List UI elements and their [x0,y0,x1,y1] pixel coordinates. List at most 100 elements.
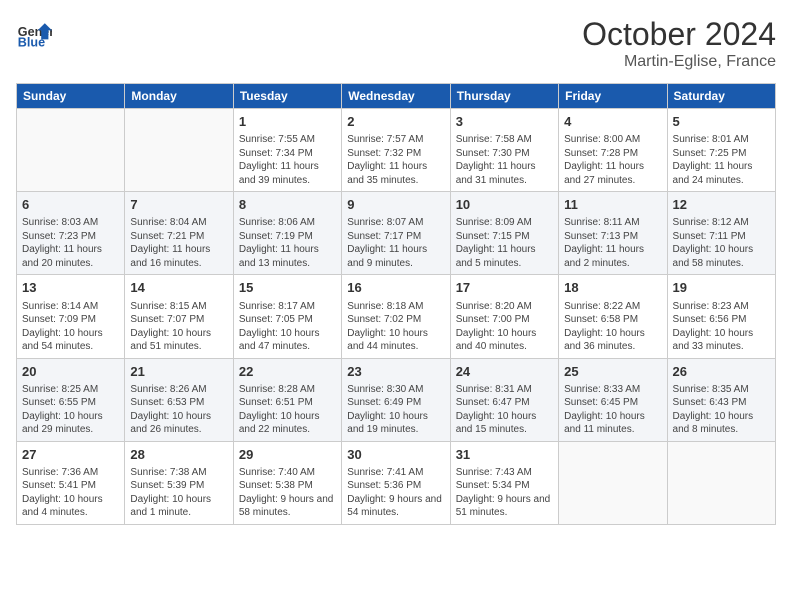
calendar-cell: 13 Sunrise: 8:14 AM Sunset: 7:09 PM Dayli… [17,275,125,358]
calendar-cell: 20Sunrise: 8:25 AM Sunset: 6:55 PM Dayli… [17,358,125,441]
day-detail: Sunrise: 8:33 AM Sunset: 6:45 PM Dayligh… [564,383,661,437]
calendar-cell: 17 Sunrise: 8:20 AM Sunset: 7:00 PM Dayli… [450,275,558,358]
day-detail: Sunrise: 8:30 AM Sunset: 6:49 PM Dayligh… [347,383,444,437]
day-header-tuesday: Tuesday [233,84,341,109]
calendar-cell: 23Sunrise: 8:30 AM Sunset: 6:49 PM Dayli… [342,358,450,441]
day-header-thursday: Thursday [450,84,558,109]
calendar-cell [667,441,775,524]
calendar-cell: 6Sunrise: 8:03 AM Sunset: 7:23 PM Daylig… [17,192,125,275]
calendar-week-row: 1 Sunrise: 7:55 AM Sunset: 7:34 PM Daylig… [17,109,776,192]
day-number: 18 [564,279,661,297]
calendar-header-row: SundayMondayTuesdayWednesdayThursdayFrid… [17,84,776,109]
calendar-cell: 8Sunrise: 8:06 AM Sunset: 7:19 PM Daylig… [233,192,341,275]
calendar-cell [559,441,667,524]
month-title: October 2024 [582,16,776,53]
day-detail: Sunrise: 8:12 AM Sunset: 7:11 PM Dayligh… [673,216,770,270]
day-detail: Sunrise: 7:36 AM Sunset: 5:41 PM Dayligh… [22,466,119,520]
day-number: 7 [130,196,227,214]
day-number: 10 [456,196,553,214]
day-number: 19 [673,279,770,297]
day-number: 26 [673,363,770,381]
day-number: 22 [239,363,336,381]
calendar-cell: 27 Sunrise: 7:36 AM Sunset: 5:41 PM Dayli… [17,441,125,524]
day-detail: Sunrise: 8:07 AM Sunset: 7:17 PM Dayligh… [347,216,444,270]
day-detail: Sunrise: 8:09 AM Sunset: 7:15 PM Dayligh… [456,216,553,270]
calendar-cell: 12Sunrise: 8:12 AM Sunset: 7:11 PM Dayli… [667,192,775,275]
day-number: 20 [22,363,119,381]
day-header-sunday: Sunday [17,84,125,109]
calendar-cell: 19Sunrise: 8:23 AM Sunset: 6:56 PM Dayli… [667,275,775,358]
calendar-cell: 28 Sunrise: 7:38 AM Sunset: 5:39 PM Dayli… [125,441,233,524]
day-number: 15 [239,279,336,297]
logo-icon: General Blue [16,16,52,52]
day-number: 30 [347,446,444,464]
calendar-cell [125,109,233,192]
calendar-cell: 3 Sunrise: 7:58 AM Sunset: 7:30 PM Daylig… [450,109,558,192]
day-number: 9 [347,196,444,214]
day-header-monday: Monday [125,84,233,109]
day-detail: Sunrise: 7:41 AM Sunset: 5:36 PM Dayligh… [347,466,444,520]
calendar-cell: 22 Sunrise: 8:28 AM Sunset: 6:51 PM Dayli… [233,358,341,441]
day-detail: Sunrise: 8:28 AM Sunset: 6:51 PM Dayligh… [239,383,336,437]
day-detail: Sunrise: 7:57 AM Sunset: 7:32 PM Dayligh… [347,133,444,187]
day-number: 24 [456,363,553,381]
day-number: 29 [239,446,336,464]
day-detail: Sunrise: 8:04 AM Sunset: 7:21 PM Dayligh… [130,216,227,270]
calendar-table: SundayMondayTuesdayWednesdayThursdayFrid… [16,83,776,525]
day-detail: Sunrise: 8:31 AM Sunset: 6:47 PM Dayligh… [456,383,553,437]
day-number: 4 [564,113,661,131]
day-number: 14 [130,279,227,297]
title-block: October 2024 Martin-Eglise, France [582,16,776,71]
calendar-cell: 18 Sunrise: 8:22 AM Sunset: 6:58 PM Dayli… [559,275,667,358]
day-header-saturday: Saturday [667,84,775,109]
day-detail: Sunrise: 8:01 AM Sunset: 7:25 PM Dayligh… [673,133,770,187]
day-number: 2 [347,113,444,131]
day-number: 27 [22,446,119,464]
logo: General Blue [16,16,52,52]
day-number: 1 [239,113,336,131]
calendar-cell: 10 Sunrise: 8:09 AM Sunset: 7:15 PM Dayli… [450,192,558,275]
day-detail: Sunrise: 8:03 AM Sunset: 7:23 PM Dayligh… [22,216,119,270]
calendar-cell: 1 Sunrise: 7:55 AM Sunset: 7:34 PM Daylig… [233,109,341,192]
calendar-cell: 14 Sunrise: 8:15 AM Sunset: 7:07 PM Dayli… [125,275,233,358]
day-detail: Sunrise: 7:38 AM Sunset: 5:39 PM Dayligh… [130,466,227,520]
day-number: 28 [130,446,227,464]
svg-text:Blue: Blue [18,36,45,50]
day-detail: Sunrise: 7:43 AM Sunset: 5:34 PM Dayligh… [456,466,553,520]
calendar-cell: 16Sunrise: 8:18 AM Sunset: 7:02 PM Dayli… [342,275,450,358]
calendar-cell: 30 Sunrise: 7:41 AM Sunset: 5:36 PM Dayli… [342,441,450,524]
day-detail: Sunrise: 8:17 AM Sunset: 7:05 PM Dayligh… [239,300,336,354]
day-detail: Sunrise: 8:14 AM Sunset: 7:09 PM Dayligh… [22,300,119,354]
day-number: 17 [456,279,553,297]
day-number: 21 [130,363,227,381]
page-header: General Blue October 2024 Martin-Eglise,… [16,16,776,71]
calendar-week-row: 6Sunrise: 8:03 AM Sunset: 7:23 PM Daylig… [17,192,776,275]
day-detail: Sunrise: 8:15 AM Sunset: 7:07 PM Dayligh… [130,300,227,354]
day-number: 3 [456,113,553,131]
day-detail: Sunrise: 8:11 AM Sunset: 7:13 PM Dayligh… [564,216,661,270]
calendar-cell: 4Sunrise: 8:00 AM Sunset: 7:28 PM Daylig… [559,109,667,192]
calendar-cell: 24 Sunrise: 8:31 AM Sunset: 6:47 PM Dayli… [450,358,558,441]
calendar-cell: 7 Sunrise: 8:04 AM Sunset: 7:21 PM Daylig… [125,192,233,275]
calendar-cell: 21Sunrise: 8:26 AM Sunset: 6:53 PM Dayli… [125,358,233,441]
day-number: 8 [239,196,336,214]
calendar-cell: 25 Sunrise: 8:33 AM Sunset: 6:45 PM Dayli… [559,358,667,441]
calendar-week-row: 27 Sunrise: 7:36 AM Sunset: 5:41 PM Dayli… [17,441,776,524]
day-detail: Sunrise: 8:22 AM Sunset: 6:58 PM Dayligh… [564,300,661,354]
day-number: 13 [22,279,119,297]
day-number: 25 [564,363,661,381]
calendar-cell: 5 Sunrise: 8:01 AM Sunset: 7:25 PM Daylig… [667,109,775,192]
calendar-cell: 2 Sunrise: 7:57 AM Sunset: 7:32 PM Daylig… [342,109,450,192]
calendar-cell: 29Sunrise: 7:40 AM Sunset: 5:38 PM Dayli… [233,441,341,524]
calendar-cell: 31Sunrise: 7:43 AM Sunset: 5:34 PM Dayli… [450,441,558,524]
calendar-cell: 15 Sunrise: 8:17 AM Sunset: 7:05 PM Dayli… [233,275,341,358]
day-detail: Sunrise: 8:18 AM Sunset: 7:02 PM Dayligh… [347,300,444,354]
day-detail: Sunrise: 8:20 AM Sunset: 7:00 PM Dayligh… [456,300,553,354]
day-number: 5 [673,113,770,131]
calendar-cell: 26Sunrise: 8:35 AM Sunset: 6:43 PM Dayli… [667,358,775,441]
calendar-week-row: 13 Sunrise: 8:14 AM Sunset: 7:09 PM Dayli… [17,275,776,358]
calendar-cell: 9 Sunrise: 8:07 AM Sunset: 7:17 PM Daylig… [342,192,450,275]
calendar-cell [17,109,125,192]
day-detail: Sunrise: 7:55 AM Sunset: 7:34 PM Dayligh… [239,133,336,187]
day-detail: Sunrise: 7:58 AM Sunset: 7:30 PM Dayligh… [456,133,553,187]
